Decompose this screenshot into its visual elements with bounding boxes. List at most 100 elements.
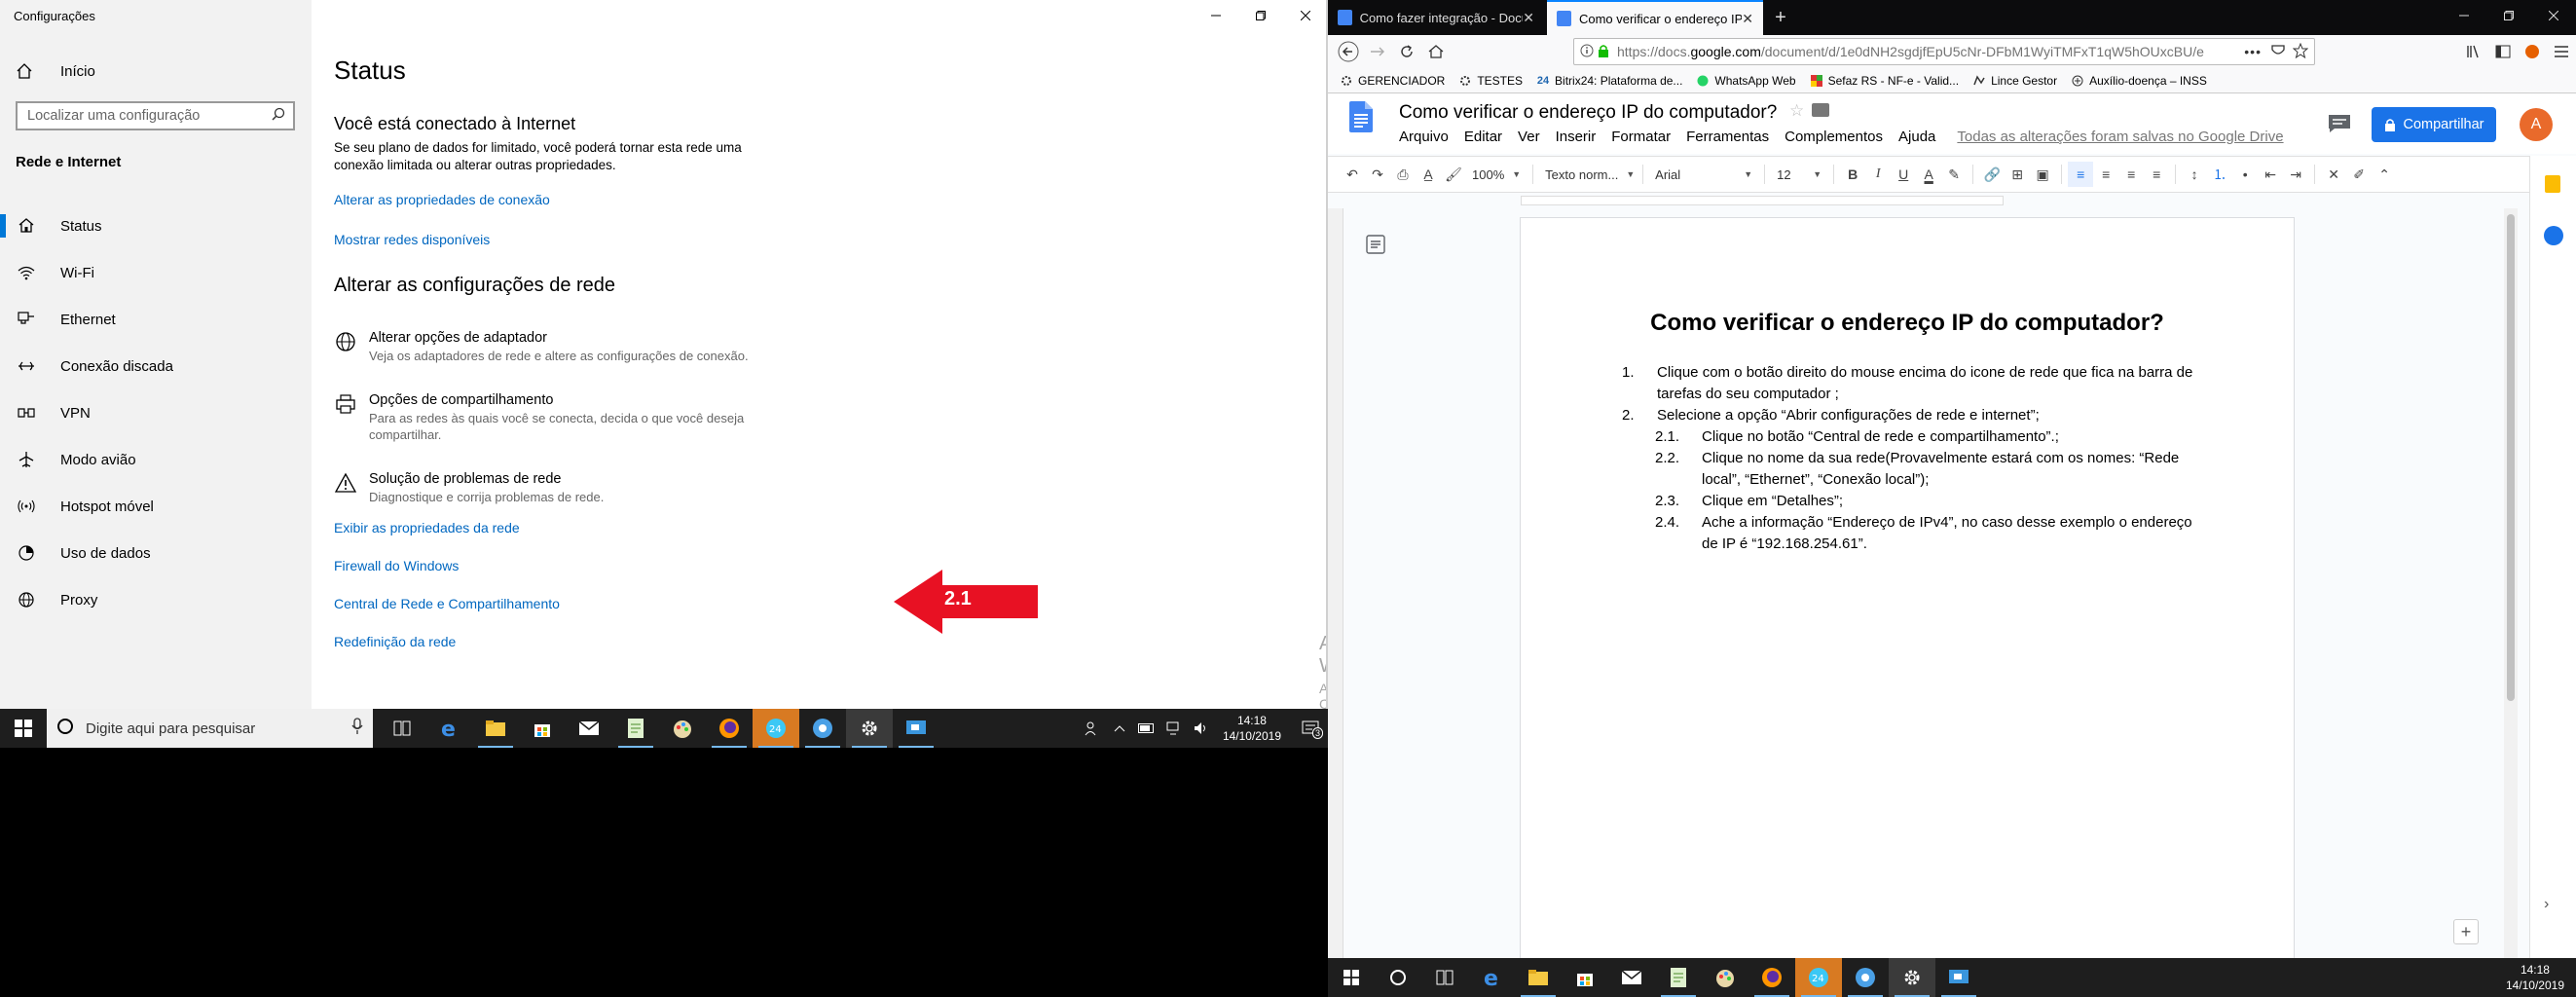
- nav-item-proxy[interactable]: Proxy: [0, 576, 312, 623]
- print-icon[interactable]: ⎙: [1390, 162, 1416, 187]
- network-icon[interactable]: [1163, 709, 1185, 748]
- document-title[interactable]: Como verificar o endereço IP do computad…: [1399, 102, 1777, 124]
- document-page[interactable]: Como verificar o endereço IP do computad…: [1521, 218, 2294, 958]
- settings-search-input[interactable]: Localizar uma configuração: [16, 101, 295, 130]
- link-icon[interactable]: 🔗: [1979, 162, 2005, 187]
- taskbar-clock[interactable]: 14:18 14/10/2019: [2506, 962, 2564, 993]
- bookmark-sefaz[interactable]: Sefaz RS - NF-e - Valid...: [1810, 74, 1959, 88]
- close-button[interactable]: [1283, 0, 1328, 31]
- info-icon[interactable]: [1580, 44, 1594, 60]
- option-adapter[interactable]: Alterar opções de adaptador Veja os adapt…: [334, 328, 778, 364]
- mail-icon[interactable]: [566, 709, 612, 748]
- page-actions-icon[interactable]: •••: [2244, 44, 2262, 59]
- bulleted-list-icon[interactable]: •: [2232, 162, 2258, 187]
- scrollbar-thumb[interactable]: [2507, 214, 2515, 701]
- editing-mode-icon[interactable]: ✐: [2346, 162, 2372, 187]
- horizontal-ruler[interactable]: [1328, 193, 2576, 208]
- tab-integration-doc[interactable]: Como fazer integração - Docum ✕: [1328, 0, 1544, 35]
- settings-gear-icon[interactable]: [846, 709, 893, 748]
- option-sharing[interactable]: Opções de compartilhamento Para as redes …: [334, 390, 778, 443]
- firefox-icon[interactable]: [1748, 958, 1795, 997]
- link-windows-firewall[interactable]: Firewall do Windows: [334, 558, 459, 573]
- remote-desktop-icon[interactable]: [893, 709, 939, 748]
- cortana-icon[interactable]: [1375, 958, 1421, 997]
- store-icon[interactable]: [519, 709, 566, 748]
- add-comment-icon[interactable]: ⊞: [2005, 162, 2030, 187]
- zoom-select[interactable]: 100% ▼: [1466, 162, 1527, 187]
- nav-item-ethernet[interactable]: Ethernet: [0, 296, 312, 343]
- notepad-icon[interactable]: [612, 709, 659, 748]
- text-color-icon[interactable]: A: [1916, 162, 1941, 187]
- keep-icon[interactable]: [2545, 175, 2560, 193]
- align-right-icon[interactable]: ≡: [2118, 162, 2144, 187]
- font-select[interactable]: Arial ▼: [1649, 162, 1758, 187]
- clear-format-icon[interactable]: ✕: [2321, 162, 2346, 187]
- reload-button[interactable]: [1392, 37, 1421, 66]
- settings-gear-icon[interactable]: [1889, 958, 1935, 997]
- menu-inserir[interactable]: Inserir: [1556, 129, 1597, 145]
- folder-icon[interactable]: [1812, 103, 1829, 117]
- notifications-icon[interactable]: 3: [1296, 709, 1325, 748]
- tab-close-icon[interactable]: ✕: [1523, 10, 1534, 26]
- star-icon[interactable]: ☆: [1789, 101, 1804, 121]
- chevron-right-icon[interactable]: ›: [2544, 896, 2549, 913]
- nav-item-dialup[interactable]: Conexão discada: [0, 343, 312, 389]
- link-view-network-properties[interactable]: Exibir as propriedades da rede: [334, 520, 520, 535]
- tab-close-icon[interactable]: ✕: [1742, 11, 1753, 27]
- docs-scrollbar[interactable]: [2504, 208, 2518, 958]
- style-select[interactable]: Texto norm... ▼: [1539, 162, 1637, 187]
- align-left-icon[interactable]: ≡: [2068, 162, 2094, 187]
- home-link[interactable]: Início: [16, 60, 95, 82]
- minimize-button[interactable]: [2442, 0, 2486, 31]
- file-explorer-icon[interactable]: [472, 709, 519, 748]
- highlight-icon[interactable]: ✎: [1941, 162, 1967, 187]
- back-button[interactable]: [1334, 37, 1363, 66]
- pocket-icon[interactable]: [2271, 44, 2285, 60]
- edge-icon[interactable]: e: [1468, 958, 1515, 997]
- avatar[interactable]: A: [2520, 108, 2553, 141]
- url-bar[interactable]: https://docs. google.com/document/d/1e0dN…: [1573, 38, 2315, 65]
- battery-icon[interactable]: [1136, 709, 1158, 748]
- bookmark-star-icon[interactable]: [2292, 42, 2309, 61]
- align-center-icon[interactable]: ≡: [2093, 162, 2118, 187]
- paint-icon[interactable]: [659, 709, 706, 748]
- taskbar-clock[interactable]: 14:18 14/10/2019: [1223, 713, 1281, 744]
- sidebar-icon[interactable]: [2488, 37, 2518, 66]
- start-button[interactable]: [0, 709, 47, 748]
- bold-icon[interactable]: B: [1840, 162, 1865, 187]
- bitrix24-icon[interactable]: 24: [1795, 958, 1842, 997]
- link-network-reset[interactable]: Redefinição da rede: [334, 634, 456, 649]
- vertical-ruler[interactable]: [1328, 208, 1343, 958]
- mail-icon[interactable]: [1608, 958, 1655, 997]
- chevron-up-icon[interactable]: [1109, 709, 1130, 748]
- save-status[interactable]: Todas as alterações foram salvas no Goog…: [1957, 129, 2283, 145]
- bookmark-testes[interactable]: TESTES: [1458, 74, 1523, 88]
- bookmark-inss[interactable]: Auxílio-doença – INSS: [2071, 74, 2207, 88]
- italic-icon[interactable]: I: [1865, 162, 1891, 187]
- document-outline-icon[interactable]: [1365, 234, 1386, 255]
- chevron-up-icon[interactable]: ⌃: [2372, 162, 2397, 187]
- link-show-available-networks[interactable]: Mostrar redes disponíveis: [334, 232, 490, 247]
- file-explorer-icon[interactable]: [1515, 958, 1562, 997]
- line-spacing-icon[interactable]: ↕: [2182, 162, 2207, 187]
- tab-ip-doc[interactable]: Como verificar o endereço IP d ✕: [1547, 0, 1763, 35]
- menu-ver[interactable]: Ver: [1518, 129, 1540, 145]
- new-tab-button[interactable]: +: [1763, 0, 1798, 35]
- nav-item-hotspot[interactable]: Hotspot móvel: [0, 483, 312, 530]
- notepad-icon[interactable]: [1655, 958, 1702, 997]
- bookmark-gerenciador[interactable]: GERENCIADOR: [1340, 74, 1445, 88]
- remote-desktop-icon[interactable]: [1935, 958, 1982, 997]
- option-troubleshoot[interactable]: Solução de problemas de rede Diagnostique…: [334, 469, 778, 505]
- menu-ferramentas[interactable]: Ferramentas: [1686, 129, 1769, 145]
- decrease-indent-icon[interactable]: ⇤: [2258, 162, 2283, 187]
- docs-logo-icon[interactable]: [1349, 101, 1373, 132]
- link-network-sharing-center[interactable]: Central de Rede e Compartilhamento: [334, 596, 560, 611]
- maximize-button[interactable]: [1238, 0, 1283, 31]
- comment-history-icon[interactable]: [2327, 113, 2352, 134]
- firefox-icon[interactable]: [706, 709, 753, 748]
- redo-icon[interactable]: ↷: [1365, 162, 1390, 187]
- start-button[interactable]: [1328, 958, 1375, 997]
- taskbar-search-input[interactable]: Digite aqui para pesquisar: [47, 709, 373, 748]
- home-button[interactable]: [1421, 37, 1451, 66]
- people-icon[interactable]: [1082, 709, 1103, 748]
